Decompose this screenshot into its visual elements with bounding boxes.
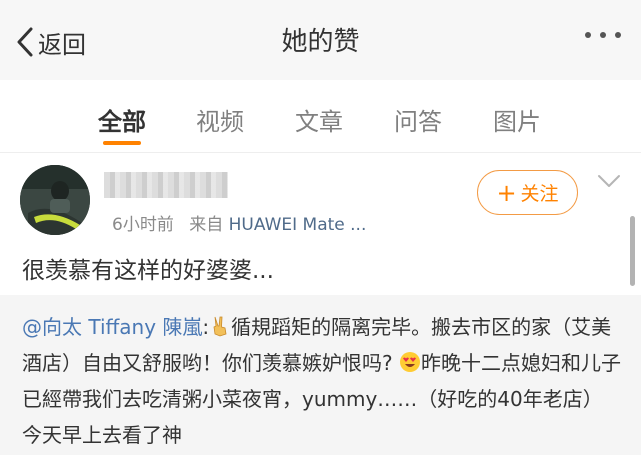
plus-icon: + xyxy=(496,178,517,207)
post-time: 6小时前 xyxy=(112,215,174,235)
repost-colon: : xyxy=(202,315,210,339)
heart-eyes-emoji xyxy=(399,352,420,372)
tab-articles[interactable]: 文章 xyxy=(295,102,343,137)
top-nav-bar: 返回 她的赞 xyxy=(0,0,641,80)
follow-label: 关注 xyxy=(520,183,559,205)
more-button[interactable] xyxy=(585,32,621,38)
tab-images[interactable]: 图片 xyxy=(493,102,541,137)
avatar[interactable] xyxy=(20,165,90,235)
more-dots-icon xyxy=(615,32,621,38)
active-tab-indicator xyxy=(103,141,141,145)
tab-bar: 全部 视频 文章 问答 图片 xyxy=(0,80,641,153)
reposted-content[interactable]: @向太 Tiffany 陳嵐: 循規蹈矩的隔离完毕。搬去市区的家（艾美酒店）自由… xyxy=(0,295,641,455)
post-meta: 6小时前 来自 HUAWEI Mate ... xyxy=(112,210,366,235)
post-source-prefix: 来自 xyxy=(189,215,224,235)
tab-qa[interactable]: 问答 xyxy=(394,102,442,137)
post-options-button[interactable] xyxy=(597,173,621,192)
tab-video[interactable]: 视频 xyxy=(196,102,244,137)
follow-button[interactable]: + 关注 xyxy=(477,170,578,215)
more-dots-icon xyxy=(585,32,591,38)
post-text: 很羡慕有这样的好婆婆... xyxy=(22,258,274,284)
repost-text: @向太 Tiffany 陳嵐: 循規蹈矩的隔离完毕。搬去市区的家（艾美酒店）自由… xyxy=(22,309,622,453)
username-redacted xyxy=(104,172,228,198)
avatar-image xyxy=(20,165,90,235)
scrollbar[interactable] xyxy=(630,216,635,286)
victory-hand-emoji xyxy=(213,316,227,337)
chevron-down-icon xyxy=(598,175,620,187)
page-title: 她的赞 xyxy=(281,27,360,57)
mention-link[interactable]: @向太 Tiffany 陳嵐 xyxy=(22,315,202,339)
more-dots-icon xyxy=(600,32,606,38)
tab-all[interactable]: 全部 xyxy=(98,102,146,137)
post-device: HUAWEI Mate ... xyxy=(228,215,367,235)
